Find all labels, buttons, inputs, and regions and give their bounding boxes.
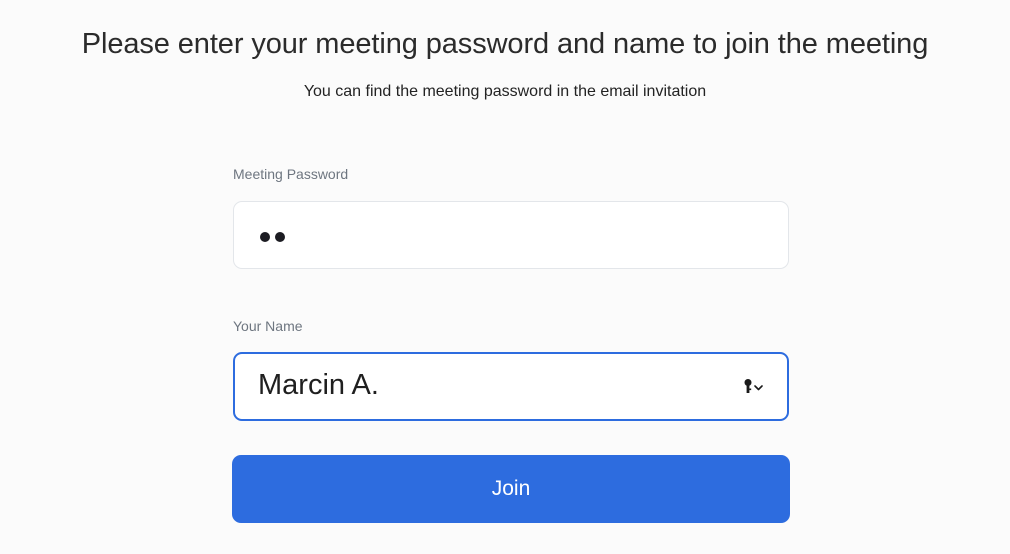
key-autofill-dropdown-icon[interactable] xyxy=(743,378,765,394)
password-field-label: Meeting Password xyxy=(233,166,349,182)
password-field[interactable] xyxy=(233,201,789,269)
name-field[interactable]: Marcin A. xyxy=(233,352,789,421)
join-meeting-panel: Please enter your meeting password and n… xyxy=(0,0,1010,554)
name-field-label: Your Name xyxy=(233,318,303,334)
join-button[interactable]: Join xyxy=(232,455,790,523)
password-dot xyxy=(275,232,285,242)
password-mask xyxy=(260,232,285,242)
page-title: Please enter your meeting password and n… xyxy=(81,28,929,60)
password-dot xyxy=(260,232,270,242)
name-field-value: Marcin A. xyxy=(258,369,379,401)
page-subtitle: You can find the meeting password in the… xyxy=(303,83,707,100)
